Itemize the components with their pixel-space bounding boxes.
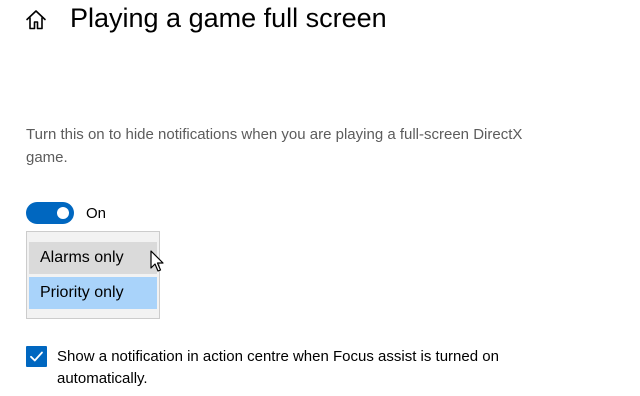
toggle-row: On [26,202,106,224]
notification-checkbox-row: Show a notification in action centre whe… [26,346,527,390]
arrow-cursor-icon [150,250,166,274]
dropdown-option-priority-only[interactable]: Priority only [29,277,157,309]
focus-level-dropdown-list[interactable]: Alarms only Priority only [26,231,160,319]
setting-description: Turn this on to hide notifications when … [26,126,523,166]
settings-page: Playing a game full screen Turn this on … [0,0,640,396]
dropdown-option-alarms-only[interactable]: Alarms only [29,242,157,274]
page-title: Playing a game full screen [70,3,387,33]
toggle-state-label: On [86,204,107,222]
show-notification-checkbox[interactable] [26,346,47,367]
show-notification-label: Show a notification in action centre whe… [57,348,499,387]
full-screen-game-toggle[interactable] [26,202,74,224]
toggle-knob [57,207,69,219]
checkmark-icon [30,351,43,362]
home-icon[interactable] [24,8,48,32]
